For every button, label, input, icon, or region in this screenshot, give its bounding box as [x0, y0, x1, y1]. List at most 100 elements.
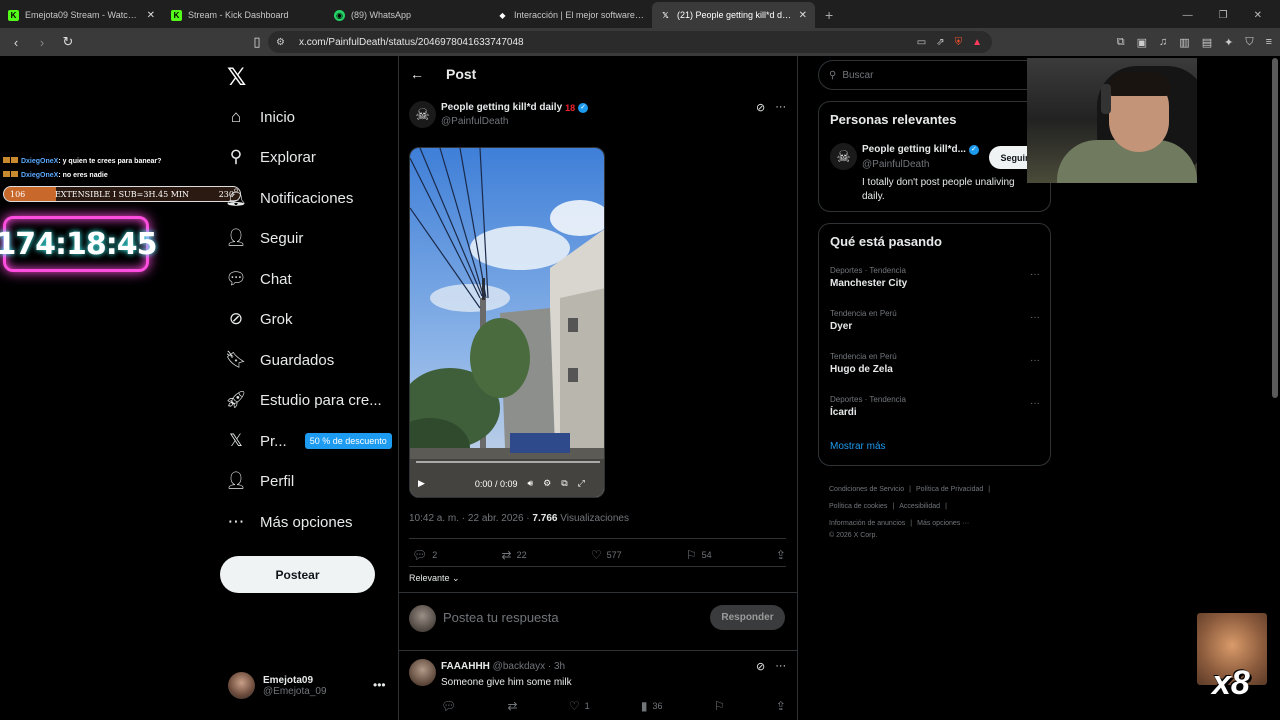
reload-icon[interactable]: ↻: [58, 34, 78, 50]
reply-input[interactable]: Postea tu respuesta: [443, 610, 559, 625]
nav-bookmarks[interactable]: 🔖︎ Guardados: [225, 345, 335, 375]
comment-author[interactable]: FAAAHHH @backdayx · 3h: [441, 661, 565, 672]
share-button[interactable]: ⇪: [776, 548, 786, 562]
footer-link[interactable]: Política de Privacidad: [916, 486, 983, 493]
post-author-handle[interactable]: @PainfulDeath: [441, 116, 508, 127]
sort-dropdown[interactable]: Relevante ⌄: [409, 573, 460, 584]
avatar[interactable]: [409, 659, 436, 686]
maximize-icon[interactable]: ❐: [1219, 10, 1228, 21]
footer-link[interactable]: Accesibilidad: [899, 503, 940, 510]
post-author-name[interactable]: People getting kill*d daily 18 ✓: [441, 102, 589, 113]
more-icon[interactable]: •••: [373, 678, 386, 692]
video-progress-bar[interactable]: [416, 461, 600, 463]
close-window-icon[interactable]: ✕: [1254, 10, 1262, 21]
x-logo-icon[interactable]: 𝕏: [227, 63, 246, 92]
views-button[interactable]: ▮ 36: [641, 699, 663, 713]
browser-tab[interactable]: K Emejota09 Stream - Watch Live o ✕: [0, 2, 163, 28]
nav-label: Guardados: [260, 351, 335, 369]
trend-item[interactable]: Tendencia en Perú Hugo de Zela ···: [830, 352, 1040, 375]
nav-home[interactable]: ⌂ Inicio: [226, 102, 295, 132]
nav-more[interactable]: ⋯ Más opciones: [226, 507, 353, 537]
like-button[interactable]: ♡ 577: [591, 548, 622, 562]
footer-link[interactable]: Condiciones de Servicio: [829, 486, 904, 493]
close-icon[interactable]: ✕: [799, 10, 807, 21]
browser-tab[interactable]: ◆ Interacción | El mejor software para g: [489, 2, 652, 28]
back-arrow-icon[interactable]: ←: [410, 66, 424, 82]
reply-button[interactable]: 💬︎ 2: [412, 548, 437, 562]
footer-link[interactable]: Política de cookies: [829, 503, 887, 510]
bookmark-button[interactable]: ⚐ 54: [686, 548, 712, 562]
more-icon[interactable]: ···: [775, 660, 786, 673]
new-tab-icon[interactable]: +: [815, 2, 843, 28]
relevant-name[interactable]: People getting kill*d... ✓: [862, 144, 979, 155]
repost-button[interactable]: ⇄: [508, 699, 518, 713]
nav-premium[interactable]: 𝕏 Pr... 50 % de descuento: [226, 426, 392, 456]
trend-item[interactable]: Deportes · Tendencia Ícardi ···: [830, 395, 1040, 418]
reply-submit-button[interactable]: Responder: [710, 605, 785, 630]
browser-tab[interactable]: ◉ (89) WhatsApp: [326, 2, 489, 28]
grok-icon[interactable]: ⊘: [756, 101, 765, 114]
more-icon[interactable]: ···: [1030, 269, 1040, 280]
bookmark-page-icon[interactable]: ▯: [250, 34, 264, 50]
url-field[interactable]: ⚙ x.com/PainfulDeath/status/204697804163…: [268, 31, 992, 53]
nav-label: Pr...: [260, 432, 287, 450]
brave-shield-icon[interactable]: ⛨: [955, 37, 963, 48]
more-icon[interactable]: ···: [775, 101, 786, 114]
fullscreen-icon[interactable]: ⤢: [578, 478, 585, 489]
site-info-icon[interactable]: ⚙: [276, 37, 285, 48]
screenshot-icon[interactable]: ▣: [1137, 36, 1147, 49]
forward-icon[interactable]: ›: [32, 35, 52, 50]
back-icon[interactable]: ‹: [6, 35, 26, 50]
volume-icon[interactable]: 🔊︎: [527, 478, 533, 489]
post-timestamp[interactable]: 10:42 a. m. · 22 abr. 2026 ·: [409, 513, 532, 524]
scrollbar[interactable]: [1272, 58, 1278, 398]
post-button[interactable]: Postear: [220, 556, 375, 593]
x-icon: 𝕏: [662, 10, 669, 20]
trend-item[interactable]: Tendencia en Perú Dyer ···: [830, 309, 1040, 332]
leo-icon[interactable]: ✦: [1224, 36, 1233, 49]
trend-item[interactable]: Deportes · Tendencia Manchester City ···: [830, 266, 1040, 289]
browser-tab-active[interactable]: 𝕏 (21) People getting kill*d daily 🔞 ✕: [652, 2, 815, 28]
search-placeholder: Buscar: [842, 69, 874, 81]
wallet-icon[interactable]: ▤: [1202, 36, 1212, 49]
vpn-icon[interactable]: ⛉: [1245, 36, 1253, 49]
reply-button[interactable]: 💬︎: [441, 699, 456, 713]
account-switcher[interactable]: Emejota09 @Emejota_09 •••: [228, 672, 388, 699]
cast-icon[interactable]: ▭: [917, 37, 926, 48]
settings-icon[interactable]: ⚙: [543, 478, 551, 489]
browser-tab[interactable]: K Stream - Kick Dashboard: [163, 2, 326, 28]
share-icon[interactable]: ⇗: [936, 37, 944, 48]
nav-grok[interactable]: ⊘ Grok: [226, 304, 293, 334]
skull-avatar-icon[interactable]: ☠: [830, 143, 857, 170]
relevant-handle[interactable]: @PainfulDeath: [862, 159, 929, 170]
more-icon[interactable]: ···: [1030, 355, 1040, 366]
video-player[interactable]: ▶ 0:00 / 0:09 🔊︎ ⚙ ⧉ ⤢: [409, 147, 605, 498]
nav-follow[interactable]: 👤︎ Seguir: [225, 223, 303, 253]
menu-icon[interactable]: ≡: [1266, 36, 1272, 48]
repost-button[interactable]: ⇄ 22: [502, 548, 527, 562]
bookmark-button[interactable]: ⚐: [714, 699, 725, 713]
sidebar-icon[interactable]: ▥: [1179, 36, 1189, 49]
grok-icon[interactable]: ⊘: [756, 660, 765, 673]
minimize-icon[interactable]: —: [1183, 10, 1193, 21]
music-icon[interactable]: ♫: [1159, 36, 1167, 48]
search-input[interactable]: ⚲ Buscar: [818, 60, 1051, 90]
nav-chat[interactable]: 💬︎ Chat: [225, 264, 291, 294]
share-button[interactable]: ⇪: [776, 699, 786, 713]
nav-creator-studio[interactable]: 🚀︎ Estudio para cre...: [225, 385, 382, 415]
nav-profile[interactable]: 👤︎ Perfil: [225, 466, 294, 496]
play-icon[interactable]: ▶: [418, 478, 425, 489]
pip-icon[interactable]: ⧉: [561, 478, 567, 489]
nav-notifications[interactable]: 🔔︎ Notificaciones: [225, 183, 353, 213]
like-button[interactable]: ♡ 1: [569, 699, 590, 713]
footer-link[interactable]: Información de anuncios: [829, 520, 905, 527]
nav-explore[interactable]: ⚲ Explorar: [226, 142, 316, 172]
more-icon[interactable]: ···: [1030, 398, 1040, 409]
rewards-icon[interactable]: ▲: [972, 37, 982, 48]
more-icon[interactable]: ···: [1030, 312, 1040, 323]
footer-link[interactable]: Más opciones ···: [917, 520, 969, 527]
extensions-icon[interactable]: ⧉: [1117, 36, 1125, 49]
close-icon[interactable]: ✕: [147, 10, 155, 21]
show-more-link[interactable]: Mostrar más: [830, 441, 886, 452]
skull-avatar-icon[interactable]: ☠: [409, 101, 436, 128]
